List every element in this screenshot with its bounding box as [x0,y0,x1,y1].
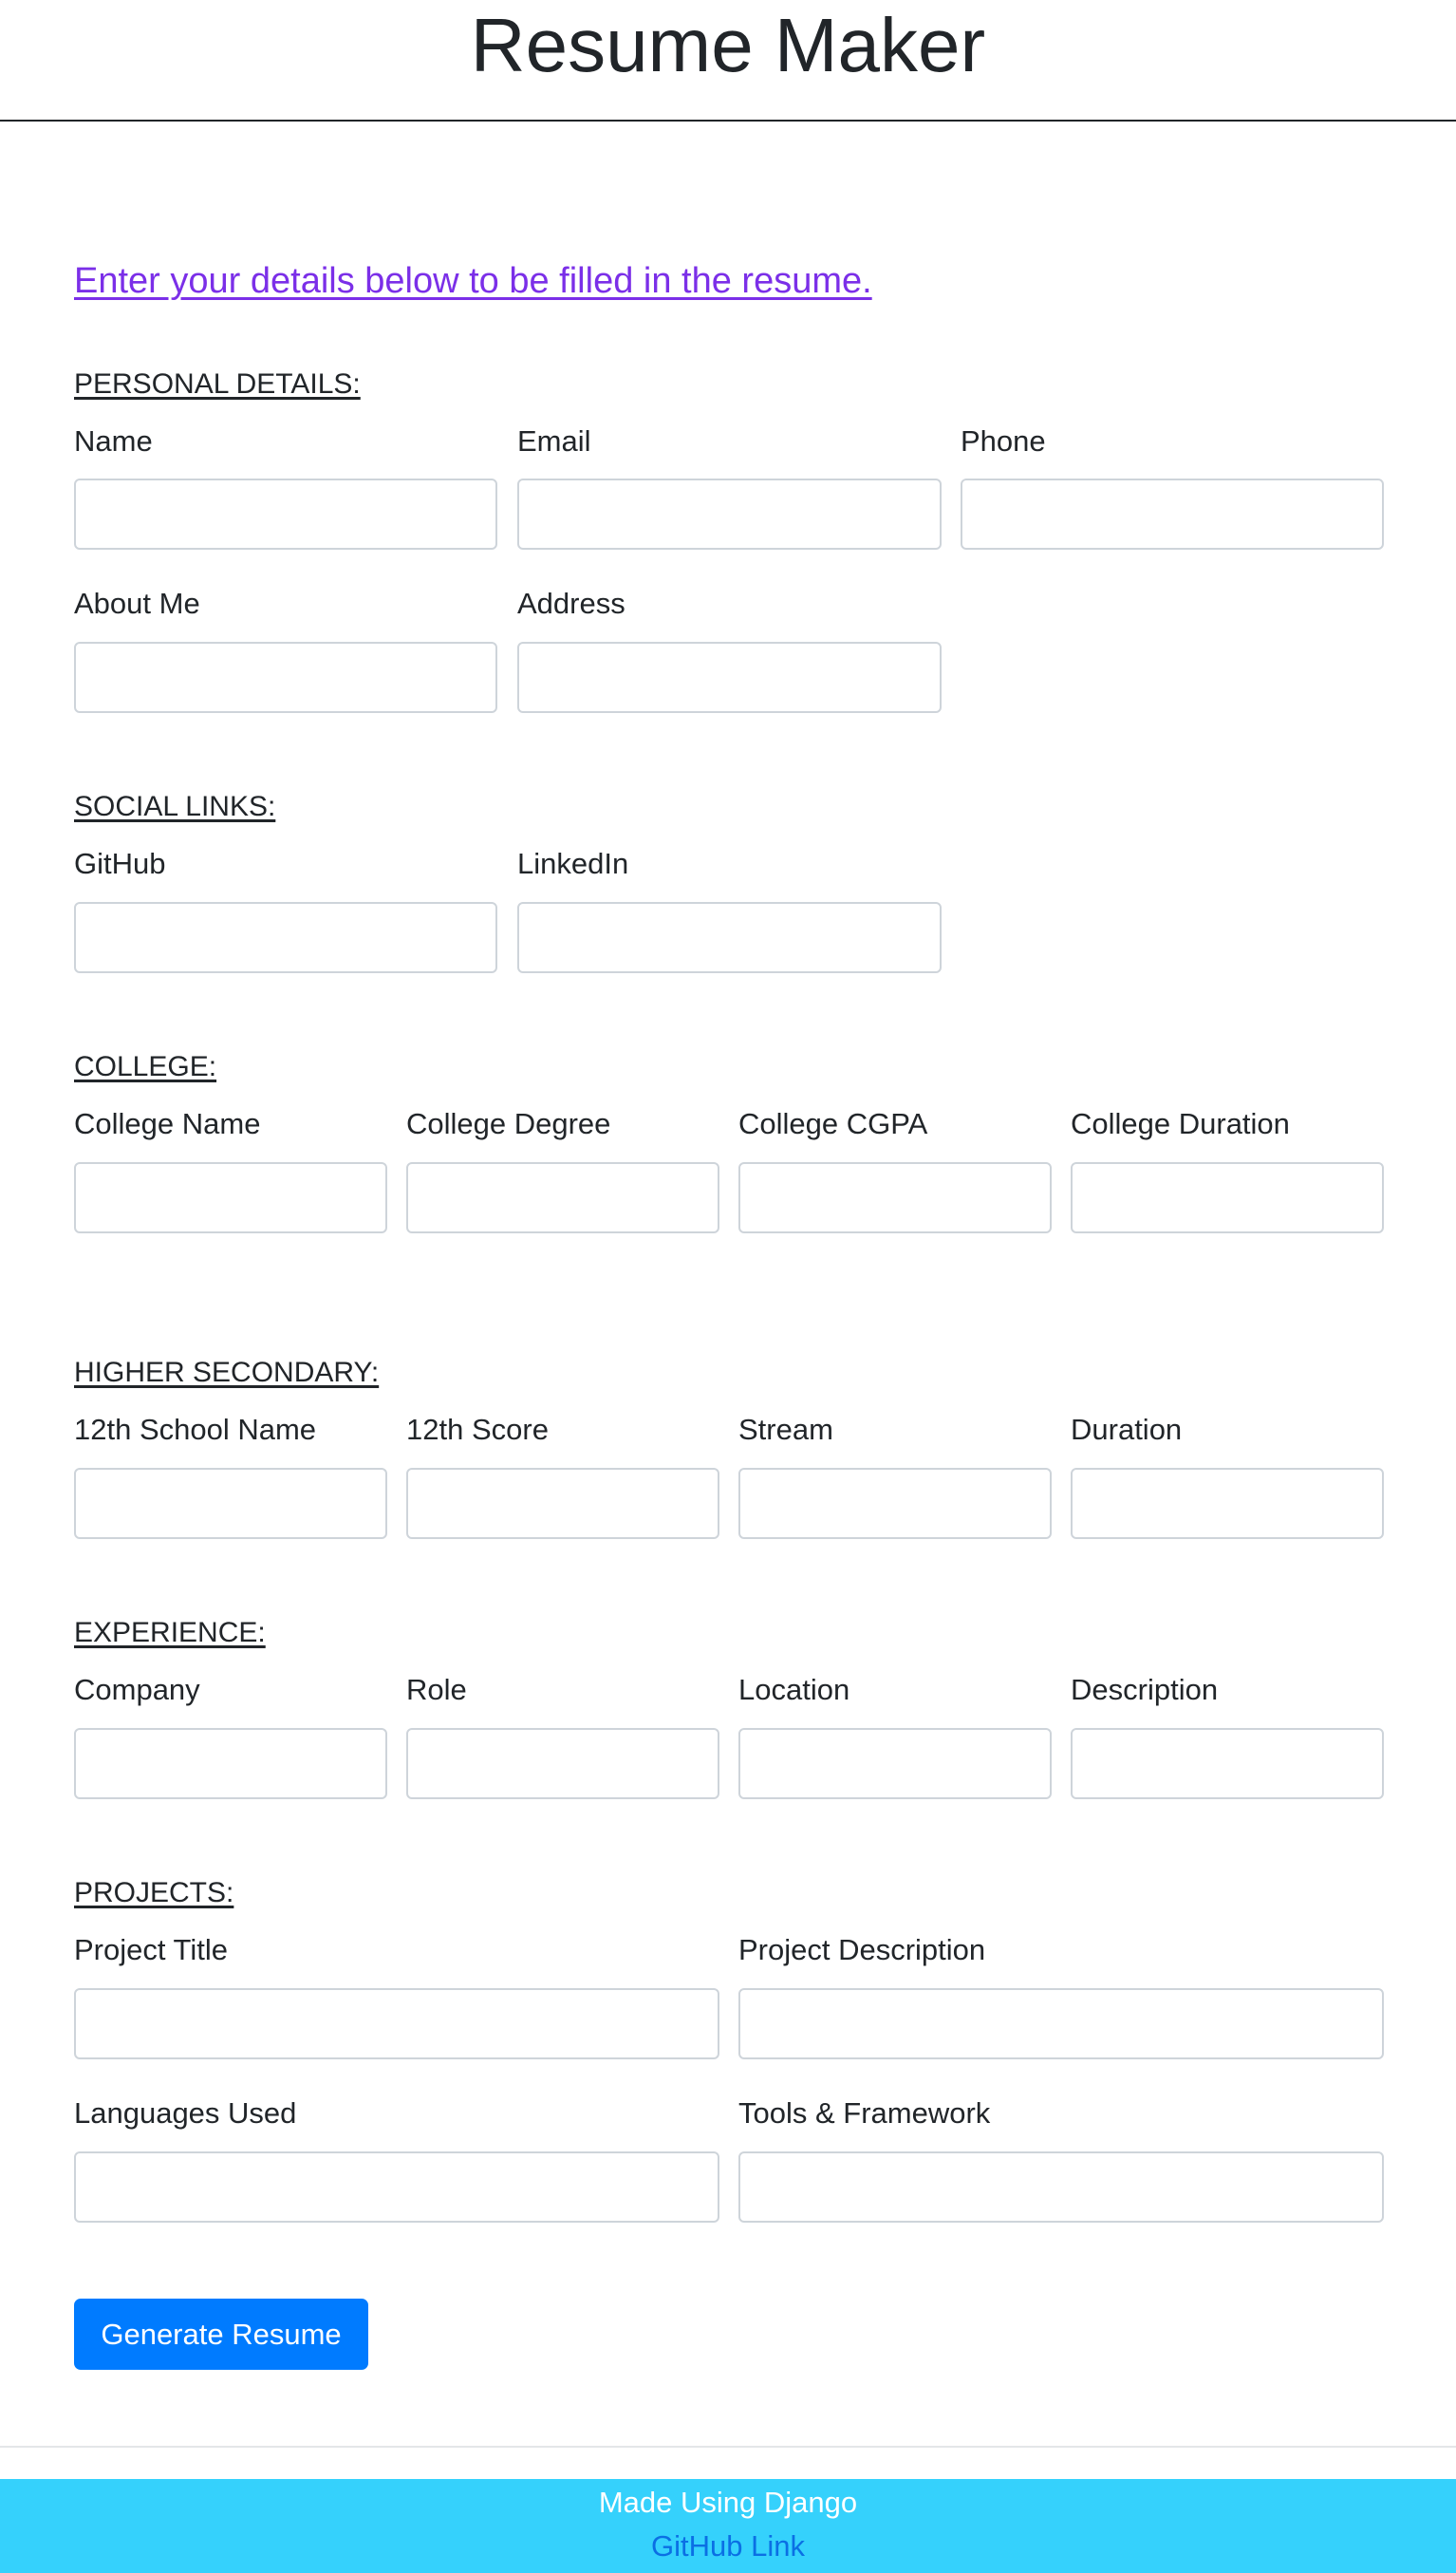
github-input[interactable] [74,902,497,973]
email-label: Email [517,424,591,458]
stream-label: Stream [738,1413,833,1446]
site-header: Resume Maker [0,0,1456,122]
company-label: Company [74,1673,200,1706]
section-title-projects: PROJECTS: [74,1877,234,1908]
linkedin-input[interactable] [517,902,942,973]
languages-used-input[interactable] [74,2151,719,2223]
role-label: Role [406,1673,467,1706]
section-title-higher-secondary: HIGHER SECONDARY: [74,1357,380,1388]
name-input[interactable] [74,479,497,550]
project-title-input[interactable] [74,1988,719,2059]
linkedin-label: LinkedIn [517,847,629,880]
about-me-label: About Me [74,587,200,620]
tools-framework-label: Tools & Framework [738,2096,991,2130]
college-degree-label: College Degree [406,1107,611,1140]
school-name-input[interactable] [74,1468,387,1539]
phone-input[interactable] [961,479,1384,550]
location-input[interactable] [738,1728,1052,1799]
company-input[interactable] [74,1728,387,1799]
phone-label: Phone [961,424,1046,458]
name-label: Name [74,424,153,458]
score-label: 12th Score [406,1413,549,1446]
page-title: Resume Maker [470,3,986,87]
footer: Made Using Django GitHub Link [0,2479,1456,2573]
college-cgpa-label: College CGPA [738,1107,928,1140]
school-name-label: 12th School Name [74,1413,317,1446]
intro-heading[interactable]: Enter your details below to be filled in… [74,258,872,304]
github-link[interactable]: GitHub Link [651,2528,805,2564]
duration-input[interactable] [1071,1468,1384,1539]
project-description-label: Project Description [738,1933,986,1966]
section-title-social-links: SOCIAL LINKS: [74,791,276,822]
duration-label: Duration [1071,1413,1183,1446]
about-me-input[interactable] [74,642,497,713]
college-name-label: College Name [74,1107,261,1140]
address-input[interactable] [517,642,942,713]
score-input[interactable] [406,1468,719,1539]
college-duration-input[interactable] [1071,1162,1384,1233]
languages-used-label: Languages Used [74,2096,297,2130]
github-label: GitHub [74,847,166,880]
college-name-input[interactable] [74,1162,387,1233]
footer-text: Made Using Django [598,2486,858,2519]
description-label: Description [1071,1673,1219,1706]
footer-divider [0,2446,1456,2448]
section-title-personal-details: PERSONAL DETAILS: [74,368,361,400]
college-degree-input[interactable] [406,1162,719,1233]
college-duration-label: College Duration [1071,1107,1290,1140]
generate-resume-button[interactable]: Generate Resume [74,2299,368,2370]
email-input[interactable] [517,479,942,550]
college-cgpa-input[interactable] [738,1162,1052,1233]
section-title-college: COLLEGE: [74,1051,217,1082]
tools-framework-input[interactable] [738,2151,1384,2223]
project-title-label: Project Title [74,1933,228,1966]
role-input[interactable] [406,1728,719,1799]
description-input[interactable] [1071,1728,1384,1799]
location-label: Location [738,1673,850,1706]
stream-input[interactable] [738,1468,1052,1539]
project-description-input[interactable] [738,1988,1384,2059]
address-label: Address [517,587,625,620]
section-title-experience: EXPERIENCE: [74,1617,266,1648]
